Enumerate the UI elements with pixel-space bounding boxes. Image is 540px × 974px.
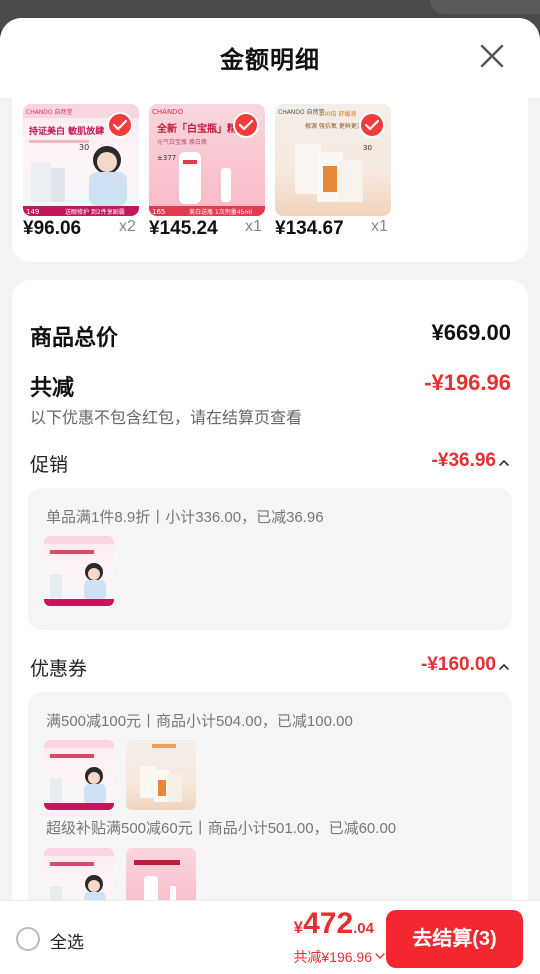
svg-text:±377: ±377 <box>157 154 176 162</box>
svg-text:美白送瓶 1次剂量45ml: 美白送瓶 1次剂量45ml <box>189 208 252 216</box>
promotion-detail-box: 单品满1件8.9折丨小计336.00，已减36.96 <box>28 488 512 630</box>
svg-text:100倍 舒缓液: 100倍 舒缓液 <box>319 110 356 118</box>
final-total: ¥472.04 <box>294 907 374 941</box>
product-item[interactable]: CHANDO 全新「白宝瓶」精 元气白宝瓶 焕白焕 ±377 165 美白送瓶 … <box>149 104 267 239</box>
total-discount-label: 共减 <box>30 375 75 400</box>
checkmark-icon <box>365 119 379 131</box>
chevron-up-icon[interactable] <box>498 662 510 672</box>
product-price: ¥145.24 <box>149 218 218 239</box>
coupon-value[interactable]: -¥160.00 <box>421 654 496 676</box>
svg-text:根源 强抗氧 更鲜更活: 根源 强抗氧 更鲜更活 <box>305 122 363 130</box>
close-icon <box>480 44 504 68</box>
selected-check <box>107 112 133 138</box>
product-image: CHANDO 自然堂 持证美白 敏肌放肆 30 149 送眼修护 到2件享剧霸 <box>23 104 139 216</box>
svg-text:165: 165 <box>152 208 165 216</box>
chevron-up-icon[interactable] <box>498 458 510 468</box>
product-price: ¥134.67 <box>275 218 344 239</box>
checkout-button[interactable]: 去结算(3) <box>386 910 523 968</box>
svg-text:元气白宝瓶 焕白焕: 元气白宝瓶 焕白焕 <box>157 138 207 146</box>
product-quantity: x1 <box>371 218 388 235</box>
total-integer: 472 <box>303 907 354 940</box>
svg-text:30: 30 <box>363 144 372 152</box>
chevron-down-icon[interactable] <box>375 953 385 960</box>
total-price-value: ¥669.00 <box>431 320 511 345</box>
coupon-product-thumb <box>44 740 114 810</box>
checkmark-icon <box>113 119 127 131</box>
total-discount-value: -¥196.96 <box>424 370 511 395</box>
coupon-detail-text: 满500减100元丨商品小计504.00，已减100.00 <box>46 713 353 730</box>
svg-text:149: 149 <box>26 208 39 216</box>
coupon-detail-text: 超级补贴满500减60元丨商品小计501.00，已减60.00 <box>46 820 397 837</box>
product-image: CHANDO 全新「白宝瓶」精 元气白宝瓶 焕白焕 ±377 165 美白送瓶 … <box>149 104 265 216</box>
checkout-bar: 全选 ¥472.04 共减¥196.96 去结算(3) <box>0 900 540 974</box>
svg-text:全新「白宝瓶」精: 全新「白宝瓶」精 <box>156 122 237 135</box>
selected-products-card: CHANDO 自然堂 持证美白 敏肌放肆 30 149 送眼修护 到2件享剧霸 <box>12 80 528 262</box>
select-all-label[interactable]: 全选 <box>50 928 84 953</box>
svg-text:送眼修护 到2件享剧霸: 送眼修护 到2件享剧霸 <box>65 208 125 216</box>
product-quantity: x2 <box>119 218 136 235</box>
coupon-product-thumb <box>126 740 196 810</box>
svg-text:CHANDO 自然堂: CHANDO 自然堂 <box>26 108 73 116</box>
selected-check <box>233 112 259 138</box>
svg-text:CHANDO: CHANDO <box>152 108 184 116</box>
svg-text:30: 30 <box>79 143 89 152</box>
backdrop-element <box>430 0 540 14</box>
promotion-value[interactable]: -¥36.96 <box>432 450 496 472</box>
product-item[interactable]: CHANDO 自然堂 100倍 舒缓液 根源 强抗氧 更鲜更活 30 ¥134.… <box>275 104 393 239</box>
checkmark-icon <box>239 119 253 131</box>
selected-check <box>359 112 385 138</box>
price-summary-card: 商品总价 ¥669.00 共减 -¥196.96 以下优惠不包含红包，请在结算页… <box>12 280 528 974</box>
promotion-detail-text: 单品满1件8.9折丨小计336.00，已减36.96 <box>46 509 324 526</box>
product-item[interactable]: CHANDO 自然堂 持证美白 敏肌放肆 30 149 送眼修护 到2件享剧霸 <box>23 104 141 239</box>
discount-hint: 以下优惠不包含红包，请在结算页查看 <box>30 410 303 427</box>
amount-detail-sheet: 金额明细 CHANDO 自然堂 持证美白 敏肌放肆 30 149 送眼修护 到2… <box>0 18 540 974</box>
select-all-radio[interactable] <box>16 927 40 951</box>
close-button[interactable] <box>478 42 506 70</box>
svg-text:持证美白 敏肌放肆: 持证美白 敏肌放肆 <box>29 125 104 137</box>
total-price-label: 商品总价 <box>30 325 119 350</box>
promotion-product-thumb <box>44 536 114 606</box>
promotion-label: 促销 <box>30 455 69 476</box>
product-image: CHANDO 自然堂 100倍 舒缓液 根源 强抗氧 更鲜更活 30 <box>275 104 391 216</box>
sheet-title: 金额明细 <box>220 47 320 74</box>
saved-amount[interactable]: 共减¥196.96 <box>293 947 372 967</box>
product-price: ¥96.06 <box>23 218 82 239</box>
coupon-label: 优惠券 <box>30 659 88 680</box>
currency-symbol: ¥ <box>293 918 304 937</box>
product-quantity: x1 <box>245 218 262 235</box>
svg-text:CHANDO 自然堂: CHANDO 自然堂 <box>278 108 325 116</box>
total-decimal: .04 <box>353 920 374 937</box>
